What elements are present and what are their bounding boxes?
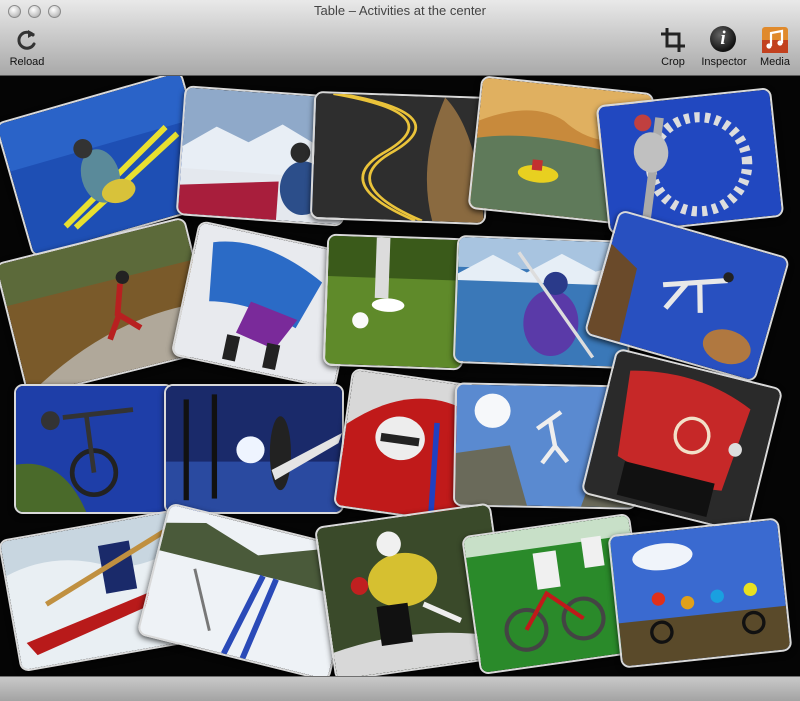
- media-button[interactable]: Media: [757, 26, 793, 72]
- photo-group-mountain-bikers[interactable]: [607, 517, 793, 669]
- media-label: Media: [760, 56, 790, 68]
- toolbar: Table – Activities at the center Reload …: [0, 0, 800, 76]
- app-window: Table – Activities at the center Reload …: [0, 0, 800, 701]
- reload-button[interactable]: Reload: [6, 26, 48, 72]
- photo-surfer-palms[interactable]: [164, 384, 344, 514]
- crop-button[interactable]: Crop: [655, 26, 691, 72]
- crop-icon: [659, 26, 687, 54]
- status-bar: [0, 676, 800, 701]
- photo-bike-jump[interactable]: [14, 384, 174, 514]
- reload-icon: [13, 26, 41, 54]
- photo-winding-road[interactable]: [309, 90, 491, 226]
- info-glyph: i: [710, 26, 736, 52]
- media-icon: [761, 26, 789, 54]
- crop-label: Crop: [661, 56, 685, 68]
- inspector-button[interactable]: i Inspector: [697, 26, 751, 72]
- inspector-label: Inspector: [701, 56, 747, 68]
- photo-golf-tee[interactable]: [322, 233, 468, 371]
- photo-table[interactable]: [0, 76, 800, 676]
- info-icon: i: [710, 26, 738, 54]
- window-title: Table – Activities at the center: [314, 3, 486, 18]
- reload-label: Reload: [9, 56, 45, 68]
